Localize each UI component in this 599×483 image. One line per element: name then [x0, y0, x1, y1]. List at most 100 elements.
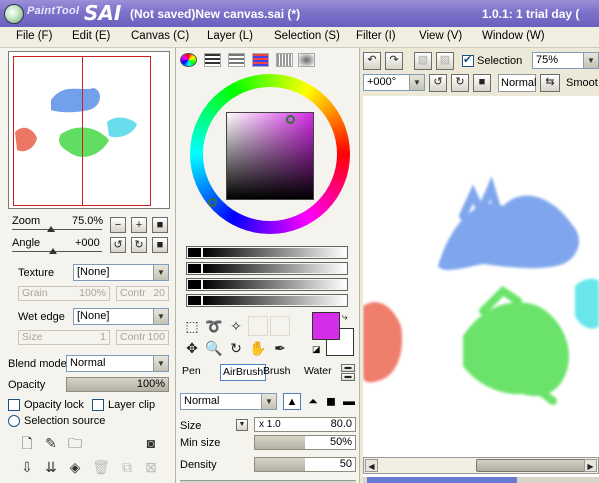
rect-select-icon[interactable]: ⬚: [182, 316, 202, 336]
hand-icon[interactable]: ✋: [248, 338, 268, 358]
transparent-color-icon[interactable]: ◪: [312, 344, 321, 355]
selection-source-radio[interactable]: [8, 415, 20, 427]
brush-shape-flat-icon[interactable]: ▬: [341, 393, 357, 410]
scratchpad-tab-icon[interactable]: [298, 53, 315, 67]
drawing-canvas[interactable]: [363, 96, 599, 483]
angle-slider[interactable]: [12, 251, 102, 252]
angle-slider-thumb[interactable]: [49, 248, 57, 254]
new-layer-icon[interactable]: 🗋: [18, 434, 36, 452]
menu-view[interactable]: View (V): [419, 30, 462, 42]
rotate-right-button[interactable]: ↻: [131, 237, 147, 253]
gray-slider-2[interactable]: [186, 262, 348, 275]
reset-rotation-button[interactable]: ■: [473, 74, 491, 92]
navigator-view-line: [82, 56, 83, 206]
size-slider[interactable]: x 1.0 80.0: [254, 417, 356, 432]
redo-button[interactable]: ↷: [385, 52, 403, 70]
tools-scroll-up-button[interactable]: ▬: [341, 364, 355, 372]
lasso-icon[interactable]: ➰: [204, 316, 224, 336]
menu-file[interactable]: File (F): [16, 30, 52, 42]
wet-size-label: Size: [22, 331, 43, 343]
gray-slider-knob[interactable]: [188, 280, 201, 289]
gray-slider-1[interactable]: [186, 246, 348, 259]
selection-checkbox[interactable]: [462, 53, 474, 67]
tab-airbrush[interactable]: AirBrush: [220, 364, 267, 381]
brush-shape-medium-icon[interactable]: ⏶: [305, 393, 321, 410]
layer-clip-checkbox[interactable]: [92, 399, 104, 411]
swatches-tab-icon[interactable]: [276, 53, 293, 67]
duplicate-layer-icon[interactable]: ⧉: [118, 458, 136, 476]
scroll-left-button[interactable]: ◀: [365, 459, 378, 472]
tab-water[interactable]: Water: [302, 364, 334, 381]
zoom-in-button[interactable]: +: [131, 217, 147, 233]
color-wheel-tab-icon[interactable]: [180, 53, 197, 67]
layer-properties-icon[interactable]: ⊠: [142, 458, 160, 476]
rotate-cw-button[interactable]: ↻: [451, 74, 469, 92]
undo-button[interactable]: ↶: [363, 52, 381, 70]
hue-marker[interactable]: [286, 115, 295, 124]
navigator-preview[interactable]: [8, 51, 170, 209]
scroll-right-button[interactable]: ▶: [584, 459, 597, 472]
hsv-slider-tab-icon[interactable]: [228, 53, 245, 67]
blend-mode-select[interactable]: Normal ▼: [66, 355, 169, 372]
gray-slider-3[interactable]: [186, 278, 348, 291]
gray-slider-knob[interactable]: [188, 248, 201, 257]
opacity-label: Opacity: [8, 379, 46, 391]
menu-window[interactable]: Window (W): [482, 30, 545, 42]
opacity-slider[interactable]: 100%: [66, 377, 169, 392]
zoom-slider-thumb[interactable]: [47, 226, 55, 232]
gray-slider-knob[interactable]: [188, 264, 201, 273]
deselect-button[interactable]: ▧: [414, 52, 432, 70]
transfer-down-icon[interactable]: ⇩: [18, 458, 36, 476]
invert-selection-button[interactable]: ▨: [436, 52, 454, 70]
delete-layer-icon[interactable]: 🗑: [92, 458, 110, 476]
zoom-select[interactable]: 75% ▼: [532, 52, 599, 69]
stabilizer-mode[interactable]: Normal: [498, 74, 536, 92]
sv-marker[interactable]: [208, 198, 217, 207]
rotate-ccw-button[interactable]: ↺: [429, 74, 447, 92]
menu-layer[interactable]: Layer (L): [207, 30, 253, 42]
eyedropper-icon[interactable]: ✒: [270, 338, 290, 358]
clear-layer-icon[interactable]: ◈: [66, 458, 84, 476]
zoom-icon[interactable]: 🔍: [204, 338, 224, 358]
zoom-slider[interactable]: [12, 229, 102, 230]
gray-slider-knob[interactable]: [188, 296, 201, 305]
size-mult-dropdown-button[interactable]: ▼: [236, 419, 248, 431]
angle-select[interactable]: +000° ▼: [363, 74, 425, 91]
tab-brush[interactable]: Brush: [261, 364, 292, 381]
tools-scroll-down-button[interactable]: ▬: [341, 373, 355, 381]
brush-shape-soft-icon[interactable]: ▲: [283, 393, 301, 410]
rgb-slider-tab-icon[interactable]: [204, 53, 221, 67]
move-icon[interactable]: ✥: [182, 338, 202, 358]
new-linework-layer-icon[interactable]: ✎: [42, 434, 60, 452]
tab-pen[interactable]: Pen: [180, 364, 203, 381]
opacity-lock-checkbox[interactable]: [8, 399, 20, 411]
gray-slider-4[interactable]: [186, 294, 348, 307]
magic-wand-icon[interactable]: ✧: [226, 316, 246, 336]
menu-canvas[interactable]: Canvas (C): [131, 30, 189, 42]
color-mixer-tab-icon[interactable]: [252, 53, 269, 67]
brush-mode-select[interactable]: Normal ▼: [180, 393, 277, 410]
foreground-color-swatch[interactable]: [312, 312, 340, 340]
density-slider[interactable]: 50: [254, 457, 356, 472]
rotate-reset-button[interactable]: ■: [152, 237, 168, 253]
horizontal-scrollbar[interactable]: ◀ ▶: [363, 457, 599, 474]
wet-edge-select[interactable]: [None] ▼: [73, 308, 169, 325]
gray-slider-gradient: [203, 280, 346, 289]
rotate-left-button[interactable]: ↺: [110, 237, 126, 253]
new-folder-icon[interactable]: 🗀: [66, 434, 84, 452]
swap-colors-icon[interactable]: ⤷: [342, 312, 348, 323]
zoom-out-button[interactable]: −: [110, 217, 126, 233]
menu-selection[interactable]: Selection (S): [274, 30, 340, 42]
zoom-reset-button[interactable]: ■: [152, 217, 168, 233]
flip-horizontal-button[interactable]: ⇆: [540, 74, 560, 92]
rotate-icon[interactable]: ↻: [226, 338, 246, 358]
texture-select[interactable]: [None] ▼: [73, 264, 169, 281]
menu-filter[interactable]: Filter (I): [356, 30, 396, 42]
menu-edit[interactable]: Edit (E): [72, 30, 110, 42]
merge-down-icon[interactable]: ⇊: [42, 458, 60, 476]
layer-mask-icon[interactable]: ◙: [142, 434, 160, 452]
saturation-value-box[interactable]: [226, 112, 314, 200]
horizontal-scroll-thumb[interactable]: [476, 459, 586, 472]
min-size-slider[interactable]: 50%: [254, 435, 356, 450]
brush-shape-hard-icon[interactable]: ◼: [323, 393, 339, 410]
